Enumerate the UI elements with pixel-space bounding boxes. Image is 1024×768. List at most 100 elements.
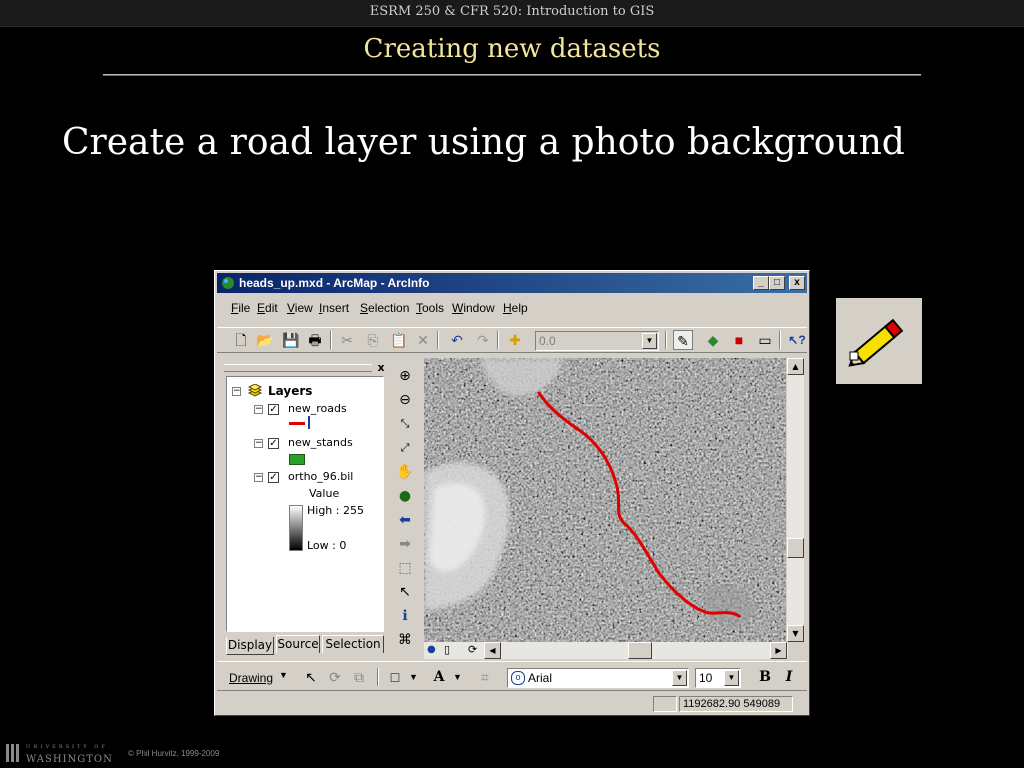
zoom-out-icon[interactable]: ⊖ — [395, 390, 415, 410]
layer-expander[interactable]: − — [254, 439, 263, 448]
menu-view[interactable]: View — [287, 301, 313, 315]
add-data-icon[interactable]: ✚ — [505, 330, 525, 350]
layer-expander[interactable]: − — [254, 473, 263, 482]
bold-button[interactable]: B — [755, 667, 775, 687]
identify-icon[interactable]: ℹ — [395, 606, 415, 626]
copy-icon[interactable]: ⎘ — [363, 330, 383, 350]
menu-window[interactable]: Window — [452, 301, 495, 315]
grayscale-ramp-icon[interactable] — [289, 505, 303, 551]
open-folder-icon[interactable]: 📂 — [255, 330, 275, 350]
scroll-right-icon[interactable]: ▶ — [770, 642, 787, 659]
delete-icon[interactable]: ✕ — [413, 330, 433, 350]
scroll-left-icon[interactable]: ◀ — [484, 642, 501, 659]
pan-hand-icon[interactable]: ✋ — [395, 462, 415, 482]
slide-title: Creating new datasets — [363, 34, 661, 64]
tab-display[interactable]: Display — [226, 637, 274, 655]
print-icon[interactable]: 🖶 — [305, 330, 325, 350]
select-features-icon[interactable]: ⬚ — [395, 558, 415, 578]
rotate-icon[interactable]: ⟳ — [325, 667, 345, 687]
vertical-scroll-thumb[interactable] — [787, 538, 804, 558]
opentype-font-icon: o — [511, 671, 525, 685]
minimize-button[interactable]: _ — [753, 276, 769, 290]
select-pointer-icon[interactable]: ↖ — [395, 582, 415, 602]
undo-icon[interactable]: ↶ — [447, 330, 467, 350]
window-titlebar[interactable]: heads_up.mxd - ArcMap - ArcInfo _ □ x — [217, 273, 807, 293]
menu-tools[interactable]: Tools — [416, 301, 444, 315]
chevron-down-icon[interactable]: ▼ — [279, 670, 288, 680]
forward-arrow-icon[interactable]: ➡ — [395, 534, 415, 554]
layer-name-ortho[interactable]: ortho_96.bil — [288, 470, 353, 483]
arccatalog-icon[interactable]: ◆ — [703, 330, 723, 350]
zoom-in-icon[interactable]: ⊕ — [395, 366, 415, 386]
chevron-down-icon[interactable]: ▼ — [409, 672, 418, 682]
map-vertical-scrollbar[interactable]: ▲ ▼ — [787, 358, 804, 642]
arcmap-globe-icon — [222, 277, 234, 289]
slide-heading: Create a road layer using a photo backgr… — [62, 122, 905, 163]
scroll-up-icon[interactable]: ▲ — [787, 358, 804, 375]
command-line-icon[interactable]: ▭ — [755, 330, 775, 350]
menu-bar: File Edit View Insert Selection Tools Wi… — [217, 297, 807, 319]
chevron-down-icon[interactable]: ▼ — [642, 333, 657, 349]
fixed-zoom-in-icon[interactable]: ⤡ — [395, 414, 415, 434]
raster-high-label: High : 255 — [307, 504, 364, 517]
drawing-menu[interactable]: Drawing — [229, 671, 273, 685]
tab-source[interactable]: Source — [276, 635, 320, 653]
full-extent-globe-icon[interactable]: ● — [395, 486, 415, 506]
arctoolbox-icon[interactable]: ■ — [729, 330, 749, 350]
redo-icon[interactable]: ↷ — [473, 330, 493, 350]
menu-edit[interactable]: Edit — [257, 301, 278, 315]
font-size-select[interactable]: 10 ▼ — [695, 668, 741, 688]
menu-insert[interactable]: Insert — [319, 301, 349, 315]
maximize-button[interactable]: □ — [769, 276, 785, 290]
map-display[interactable] — [424, 358, 786, 642]
layer-visibility-checkbox[interactable]: ✓ — [268, 404, 279, 415]
layers-root-label[interactable]: Layers — [268, 384, 312, 398]
toc-close-button[interactable]: x — [375, 362, 387, 374]
layer-visibility-checkbox[interactable]: ✓ — [268, 472, 279, 483]
close-button[interactable]: x — [789, 276, 805, 290]
ortho-photo — [424, 358, 786, 642]
chevron-down-icon[interactable]: ▼ — [672, 670, 687, 686]
status-coordinates: 1192682.90 549089 — [679, 696, 793, 712]
chevron-down-icon[interactable]: ▼ — [724, 670, 739, 686]
horizontal-scroll-thumb[interactable] — [628, 642, 652, 659]
refresh-icon[interactable]: ⟳ — [468, 643, 480, 657]
new-document-icon[interactable]: 🗋 — [231, 330, 251, 350]
save-icon[interactable]: 💾 — [281, 330, 301, 350]
menu-selection[interactable]: Selection — [360, 301, 409, 315]
font-name-select[interactable]: o Arial ▼ — [507, 668, 689, 688]
map-scale-select[interactable]: 0.0 ▼ — [535, 331, 659, 351]
chevron-down-icon[interactable]: ▼ — [453, 672, 462, 682]
data-view-icon[interactable]: ● — [427, 644, 439, 656]
find-binoculars-icon[interactable]: ⌘ — [395, 630, 415, 650]
menu-file[interactable]: File — [231, 301, 250, 315]
scroll-down-icon[interactable]: ▼ — [787, 625, 804, 642]
layer-expander[interactable]: − — [254, 405, 263, 414]
layer-visibility-checkbox[interactable]: ✓ — [268, 438, 279, 449]
map-horizontal-scrollbar[interactable]: ● ▯ ⟳ ◀ ▶ — [424, 642, 788, 659]
stand-symbol-icon[interactable] — [289, 454, 305, 465]
editor-toolbar-icon[interactable]: ✎ — [673, 330, 693, 350]
layer-name-new-stands[interactable]: new_stands — [288, 436, 353, 449]
rectangle-icon[interactable]: □ — [385, 667, 405, 687]
whats-this-help-icon[interactable]: ↖? — [787, 330, 807, 350]
road-symbol-icon[interactable] — [289, 422, 305, 425]
select-elements-icon[interactable]: ↖ — [301, 667, 321, 687]
layout-view-icon[interactable]: ▯ — [444, 643, 456, 657]
toc-grip[interactable] — [224, 364, 372, 372]
text-tool-icon[interactable]: A — [429, 667, 449, 687]
italic-button[interactable]: I — [779, 667, 799, 687]
menu-help[interactable]: Help — [503, 301, 528, 315]
fixed-zoom-out-icon[interactable]: ⤢ — [395, 438, 415, 458]
cut-icon[interactable]: ✂ — [337, 330, 357, 350]
edit-vertices-icon[interactable]: ⌗ — [475, 667, 495, 687]
layers-expander[interactable]: − — [232, 387, 241, 396]
university-logo: UNIVERSITY OF WASHINGTON — [4, 742, 124, 765]
layer-name-new-roads[interactable]: new_roads — [288, 402, 347, 415]
paste-icon[interactable]: 📋 — [389, 330, 409, 350]
zoom-whole-page-icon[interactable]: ⧉ — [349, 667, 369, 687]
tab-selection[interactable]: Selection — [322, 635, 384, 653]
font-size-value: 10 — [699, 671, 713, 685]
toolbar-separator — [377, 668, 379, 686]
back-arrow-icon[interactable]: ⬅ — [395, 510, 415, 530]
